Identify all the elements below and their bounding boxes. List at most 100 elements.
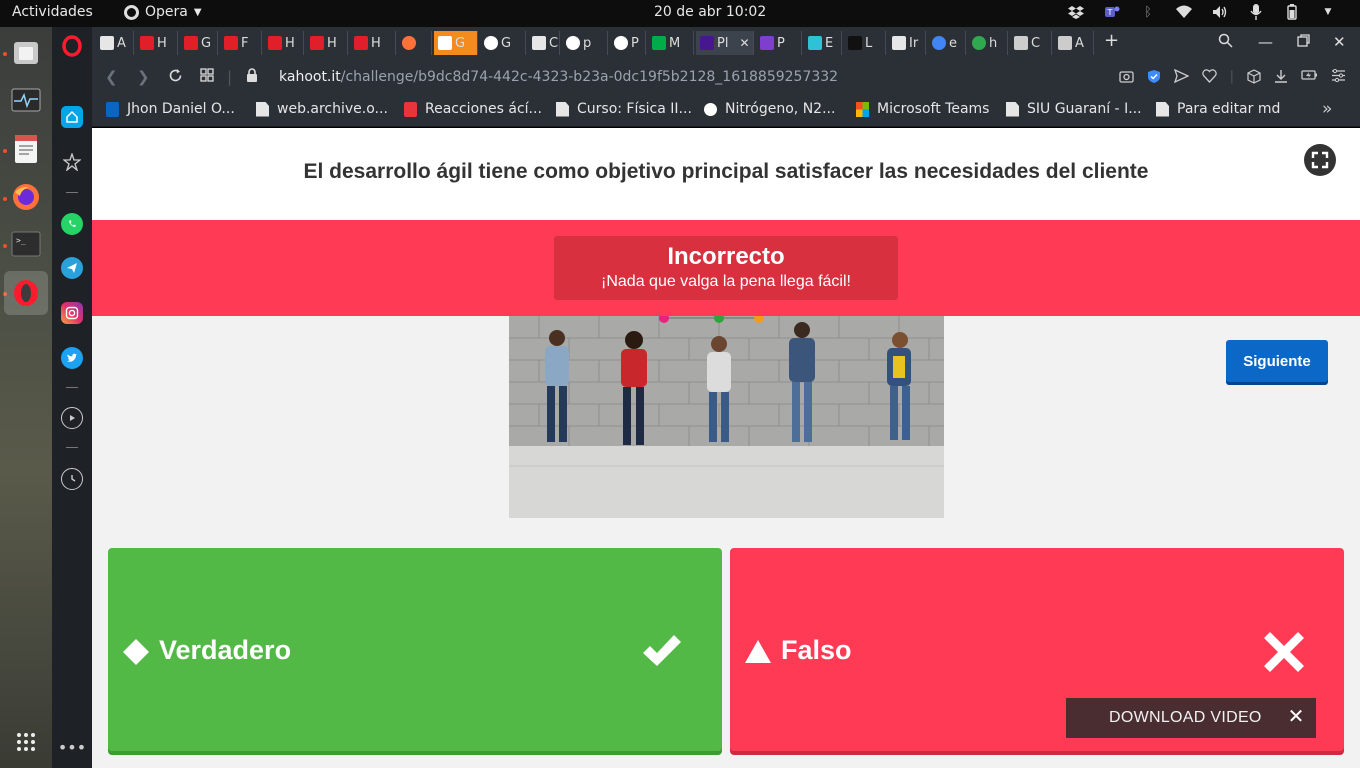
fullscreen-button[interactable] bbox=[1304, 144, 1336, 176]
wordpress-icon bbox=[614, 36, 628, 50]
bookmark-item[interactable]: Reacciones ácí... bbox=[404, 101, 542, 117]
next-button[interactable]: Siguiente bbox=[1226, 340, 1328, 382]
extensions-cube-icon[interactable] bbox=[1247, 69, 1261, 88]
app-menu-opera[interactable]: Opera ▼ bbox=[124, 4, 202, 20]
search-tabs-icon[interactable] bbox=[1218, 33, 1233, 52]
whatsapp-icon[interactable] bbox=[61, 213, 83, 235]
wifi-icon[interactable] bbox=[1176, 4, 1192, 20]
bookmark-item[interactable]: Para editar md bbox=[1156, 101, 1280, 117]
star-icon[interactable] bbox=[61, 151, 83, 173]
url-domain: kahoot.it bbox=[279, 69, 341, 85]
files-icon[interactable] bbox=[8, 35, 44, 71]
tab-label: G bbox=[455, 35, 466, 51]
tab-label: P bbox=[777, 35, 785, 51]
document-icon bbox=[100, 36, 114, 50]
speed-dial-icon[interactable] bbox=[200, 68, 214, 86]
text-editor-icon[interactable] bbox=[8, 131, 44, 167]
bookmark-item[interactable]: Jhon Daniel O... bbox=[106, 101, 235, 117]
more-icon[interactable]: ••• bbox=[58, 736, 86, 758]
bookmark-item[interactable]: Curso: Física II... bbox=[556, 101, 692, 117]
bookmark-item[interactable]: SIU Guaraní - I... bbox=[1006, 101, 1142, 117]
system-tray[interactable]: T ᛒ ▼ bbox=[1068, 4, 1336, 20]
browser-tab[interactable]: A bbox=[96, 31, 134, 55]
browser-tab[interactable]: A bbox=[1054, 31, 1094, 55]
browser-tab[interactable]: e bbox=[928, 31, 966, 55]
back-icon[interactable]: ❮ bbox=[105, 68, 118, 86]
browser-tab[interactable]: H bbox=[136, 31, 178, 55]
browser-tab[interactable]: F bbox=[220, 31, 262, 55]
show-apps-icon[interactable] bbox=[8, 724, 44, 760]
browser-tab[interactable]: P bbox=[756, 31, 802, 55]
bookmark-item[interactable]: Nitrógeno, N2... bbox=[704, 101, 835, 117]
opera-dock-icon[interactable] bbox=[4, 271, 48, 315]
history-icon[interactable] bbox=[61, 468, 83, 490]
bookmark-item[interactable]: Microsoft Teams bbox=[856, 101, 989, 117]
download-icon[interactable] bbox=[1274, 69, 1288, 88]
browser-tab[interactable]: G bbox=[480, 31, 526, 55]
battery-icon[interactable] bbox=[1284, 4, 1300, 20]
browser-tab[interactable]: M bbox=[648, 31, 694, 55]
browser-tab[interactable]: G bbox=[180, 31, 218, 55]
easy-setup-icon[interactable] bbox=[1331, 68, 1346, 88]
volume-icon[interactable] bbox=[1212, 4, 1228, 20]
more-bookmarks-icon[interactable]: » bbox=[1322, 99, 1332, 119]
bluetooth-icon[interactable]: ᛒ bbox=[1140, 4, 1156, 20]
terminal-icon[interactable]: >_ bbox=[8, 226, 44, 262]
mic-icon bbox=[438, 36, 452, 50]
tab-label: Pl bbox=[717, 35, 729, 51]
opera-sidebar: ••• bbox=[52, 27, 92, 768]
browser-tab[interactable]: H bbox=[306, 31, 348, 55]
dropbox-icon[interactable] bbox=[1068, 4, 1084, 20]
sidebar-divider bbox=[66, 192, 78, 193]
teams-icon[interactable]: T bbox=[1104, 4, 1120, 20]
browser-tab[interactable]: C bbox=[1010, 31, 1052, 55]
browser-tab[interactable]: L bbox=[844, 31, 886, 55]
browser-tab[interactable]: Ir bbox=[888, 31, 926, 55]
browser-tab[interactable]: H bbox=[350, 31, 396, 55]
diamond-icon bbox=[123, 639, 149, 665]
twitter-icon[interactable] bbox=[61, 347, 83, 369]
heart-icon[interactable] bbox=[1201, 69, 1217, 88]
download-video-button[interactable]: DOWNLOAD VIDEO ✕ bbox=[1066, 698, 1316, 738]
camera-icon[interactable] bbox=[1118, 69, 1134, 88]
browser-tab[interactable]: G bbox=[434, 31, 478, 55]
lock-icon[interactable] bbox=[246, 68, 258, 87]
new-tab-icon[interactable]: + bbox=[1104, 30, 1119, 51]
browser-tab[interactable] bbox=[398, 31, 432, 55]
caret-down-icon[interactable]: ▼ bbox=[1320, 4, 1336, 20]
browser-tab[interactable]: H bbox=[264, 31, 304, 55]
close-window-icon[interactable]: ✕ bbox=[1333, 33, 1346, 51]
clock[interactable]: 20 de abr 10:02 bbox=[654, 4, 766, 20]
desktop: Actividades Opera ▼ 20 de abr 10:02 T ᛒ bbox=[0, 0, 1360, 768]
system-monitor-icon[interactable] bbox=[8, 83, 44, 119]
close-tab-icon[interactable]: ✕ bbox=[739, 36, 749, 50]
browser-tab[interactable]: C bbox=[528, 31, 560, 55]
url-field[interactable]: kahoot.it/challenge/b9dc8d74-442c-4323-b… bbox=[279, 69, 838, 85]
minimize-icon[interactable]: — bbox=[1258, 33, 1273, 51]
browser-tab[interactable]: Pl ✕ bbox=[696, 31, 754, 55]
answer-true[interactable]: Verdadero bbox=[108, 548, 722, 751]
home-icon[interactable] bbox=[61, 106, 83, 128]
send-icon[interactable] bbox=[1173, 68, 1190, 88]
vpn-shield-icon[interactable] bbox=[1147, 69, 1161, 88]
battery-saver-icon[interactable] bbox=[1301, 69, 1318, 88]
address-divider: | bbox=[227, 68, 233, 86]
browser-tab[interactable]: P bbox=[610, 31, 646, 55]
firefox-icon[interactable] bbox=[8, 179, 44, 215]
system-top-bar: Actividades Opera ▼ 20 de abr 10:02 T ᛒ bbox=[0, 0, 1360, 27]
browser-tab[interactable]: E bbox=[804, 31, 842, 55]
close-icon[interactable]: ✕ bbox=[1286, 707, 1306, 727]
telegram-icon[interactable] bbox=[61, 257, 83, 279]
forward-icon[interactable]: ❯ bbox=[137, 68, 150, 86]
maximize-icon[interactable] bbox=[1297, 33, 1310, 51]
bookmark-item[interactable]: web.archive.o... bbox=[256, 101, 388, 117]
microphone-icon[interactable] bbox=[1248, 4, 1264, 20]
reload-icon[interactable] bbox=[168, 68, 183, 87]
sidebar-divider bbox=[66, 447, 78, 448]
browser-tab[interactable]: h bbox=[968, 31, 1008, 55]
browser-tab[interactable]: p bbox=[562, 31, 608, 55]
instagram-icon[interactable] bbox=[61, 302, 83, 324]
opera-menu-icon[interactable] bbox=[61, 35, 83, 57]
player-icon[interactable] bbox=[61, 407, 83, 429]
activities-button[interactable]: Actividades bbox=[12, 4, 93, 20]
